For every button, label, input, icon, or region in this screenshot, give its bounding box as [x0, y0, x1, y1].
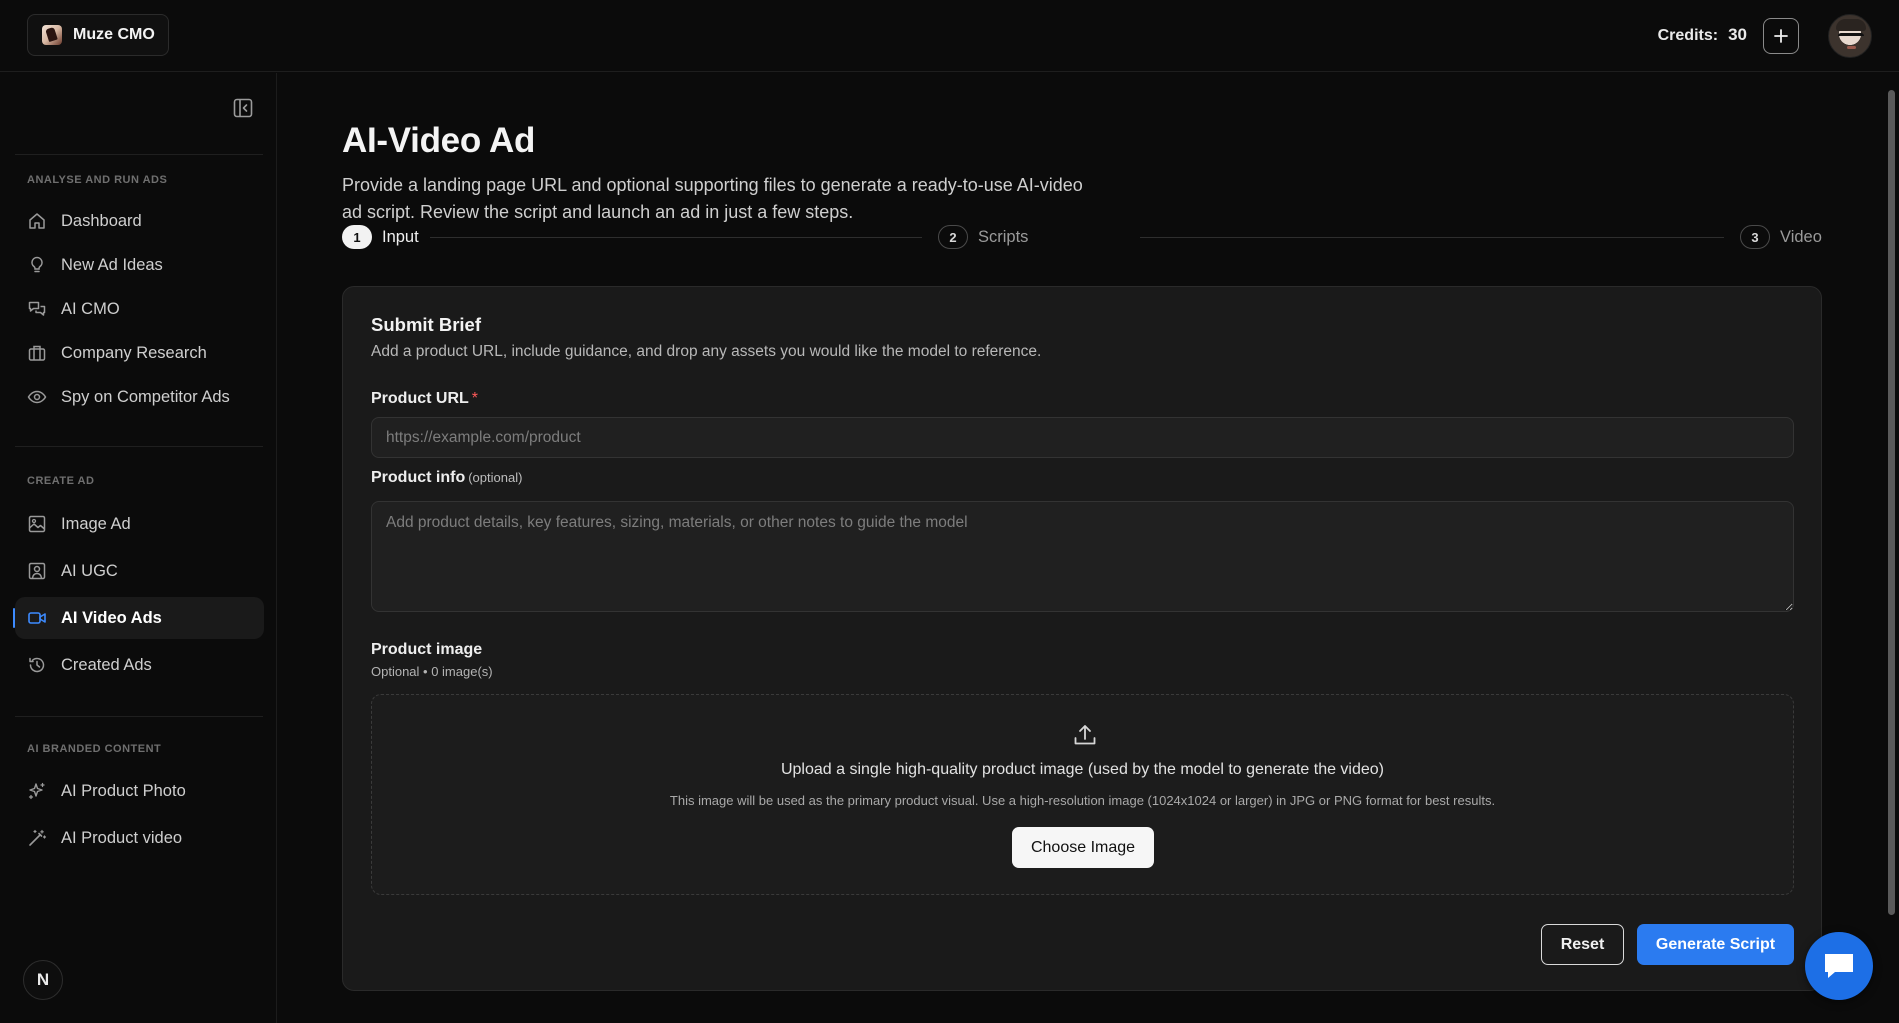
- section-create-ad: CREATE AD: [27, 475, 95, 487]
- step-video[interactable]: 3 Video: [1740, 225, 1822, 249]
- credits-label: Credits:: [1657, 27, 1719, 44]
- sidebar-divider: [15, 154, 263, 155]
- credits-display: Credits: 30: [1658, 25, 1747, 45]
- sidebar-item-ai-product-photo[interactable]: AI Product Photo: [15, 770, 264, 812]
- chat-bubbles-icon: [28, 301, 46, 316]
- reset-button[interactable]: Reset: [1541, 924, 1624, 965]
- step-number: 3: [1740, 225, 1770, 249]
- workspace-badge[interactable]: N: [23, 960, 63, 1000]
- collapse-sidebar-icon[interactable]: [232, 97, 254, 119]
- sidebar-item-label: AI Product Photo: [61, 781, 186, 800]
- sidebar-item-image-ad[interactable]: Image Ad: [15, 503, 264, 545]
- product-url-label: Product URL *: [371, 390, 478, 408]
- step-input[interactable]: 1 Input: [342, 225, 419, 249]
- sidebar-item-label: Created Ads: [61, 655, 152, 674]
- sidebar-item-label: Company Research: [61, 343, 207, 362]
- step-number: 1: [342, 225, 372, 249]
- top-bar: Muze CMO Credits: 30: [0, 0, 1899, 72]
- image-dropzone[interactable]: Upload a single high-quality product ima…: [371, 694, 1794, 895]
- brand-switcher[interactable]: Muze CMO: [27, 14, 169, 56]
- card-subtitle: Add a product URL, include guidance, and…: [371, 343, 1042, 360]
- lightbulb-icon: [31, 256, 43, 273]
- optional-tag: (optional): [468, 470, 523, 485]
- product-info-label-text: Product info: [371, 469, 466, 486]
- upload-icon: [1074, 725, 1096, 745]
- product-url-input[interactable]: [371, 417, 1794, 458]
- sidebar-item-new-ad-ideas[interactable]: New Ad Ideas: [15, 244, 264, 286]
- product-image-note: Optional • 0 image(s): [371, 664, 493, 679]
- sidebar-item-label: New Ad Ideas: [61, 255, 163, 274]
- sidebar-item-ai-video-ads[interactable]: AI Video Ads: [13, 597, 264, 639]
- user-square-icon: [28, 562, 46, 580]
- eye-icon: [27, 390, 47, 404]
- stepper: 1 Input 2 Scripts 3 Video: [342, 225, 1822, 251]
- upload-title: Upload a single high-quality product ima…: [780, 761, 1385, 778]
- submit-brief-card: Submit Brief Add a product URL, include …: [342, 286, 1822, 991]
- briefcase-icon: [28, 345, 46, 361]
- user-avatar[interactable]: [1828, 14, 1872, 58]
- product-url-label-text: Product URL: [371, 390, 469, 407]
- image-icon: [28, 515, 46, 533]
- add-credits-button[interactable]: [1763, 18, 1799, 54]
- sidebar-divider: [15, 716, 263, 717]
- product-info-label: Product info (optional): [371, 469, 522, 487]
- choose-image-button[interactable]: Choose Image: [1012, 827, 1154, 868]
- brand-logo: [42, 25, 62, 45]
- section-branded-content: AI BRANDED CONTENT: [27, 743, 162, 755]
- page-scrollbar[interactable]: [1888, 90, 1895, 915]
- main-content: AI-Video Ad Provide a landing page URL a…: [278, 73, 1887, 1023]
- step-number: 2: [938, 225, 968, 249]
- sidebar-item-ai-ugc[interactable]: AI UGC: [15, 550, 264, 592]
- sidebar-item-ai-cmo[interactable]: AI CMO: [15, 288, 264, 330]
- product-image-label: Product image: [371, 641, 483, 658]
- sidebar-item-label: Image Ad: [61, 514, 131, 533]
- sidebar-item-label: AI CMO: [61, 299, 120, 318]
- step-label: Scripts: [978, 227, 1029, 246]
- sidebar-item-ai-product-video[interactable]: AI Product video: [15, 817, 264, 859]
- sidebar-item-dashboard[interactable]: Dashboard: [15, 200, 264, 242]
- sidebar: ANALYSE AND RUN ADS Dashboard New Ad Ide…: [0, 73, 277, 1023]
- sidebar-item-label: AI Video Ads: [61, 608, 162, 627]
- avatar-glasses: [1838, 33, 1864, 41]
- product-info-textarea[interactable]: [371, 501, 1794, 612]
- sidebar-item-created-ads[interactable]: Created Ads: [15, 644, 264, 686]
- sidebar-item-spy-competitor-ads[interactable]: Spy on Competitor Ads: [15, 376, 264, 418]
- avatar-mouth: [1847, 46, 1856, 49]
- credits-value: 30: [1728, 25, 1747, 44]
- sidebar-item-label: Dashboard: [61, 211, 142, 230]
- brand-name: Muze CMO: [73, 26, 155, 43]
- card-title: Submit Brief: [371, 314, 481, 335]
- sidebar-divider: [15, 446, 263, 447]
- sidebar-item-label: AI UGC: [61, 561, 118, 580]
- page-title: AI-Video Ad: [342, 121, 536, 160]
- section-analyse: ANALYSE AND RUN ADS: [27, 174, 168, 186]
- history-icon: [29, 657, 45, 673]
- support-chat-button[interactable]: [1805, 932, 1873, 1000]
- step-label: Video: [1780, 227, 1822, 246]
- step-label: Input: [382, 227, 419, 246]
- step-connector: [430, 237, 922, 238]
- home-icon: [29, 213, 45, 229]
- sidebar-item-label: AI Product video: [61, 828, 183, 847]
- sidebar-item-label: Spy on Competitor Ads: [61, 387, 230, 406]
- avatar-hair: [1836, 19, 1866, 31]
- page-description: Provide a landing page URL and optional …: [342, 175, 1083, 222]
- required-mark: *: [471, 390, 479, 407]
- magic-wand-icon: [29, 829, 47, 846]
- step-scripts[interactable]: 2 Scripts: [938, 225, 1028, 249]
- upload-note: This image will be used as the primary p…: [669, 793, 1496, 808]
- plus-icon: [1774, 29, 1788, 43]
- sparkles-icon: [28, 782, 45, 800]
- sidebar-item-company-research[interactable]: Company Research: [15, 332, 264, 374]
- step-connector: [1140, 237, 1724, 238]
- video-camera-icon: [28, 612, 46, 624]
- chat-icon: [1825, 954, 1853, 978]
- generate-script-button[interactable]: Generate Script: [1637, 924, 1794, 965]
